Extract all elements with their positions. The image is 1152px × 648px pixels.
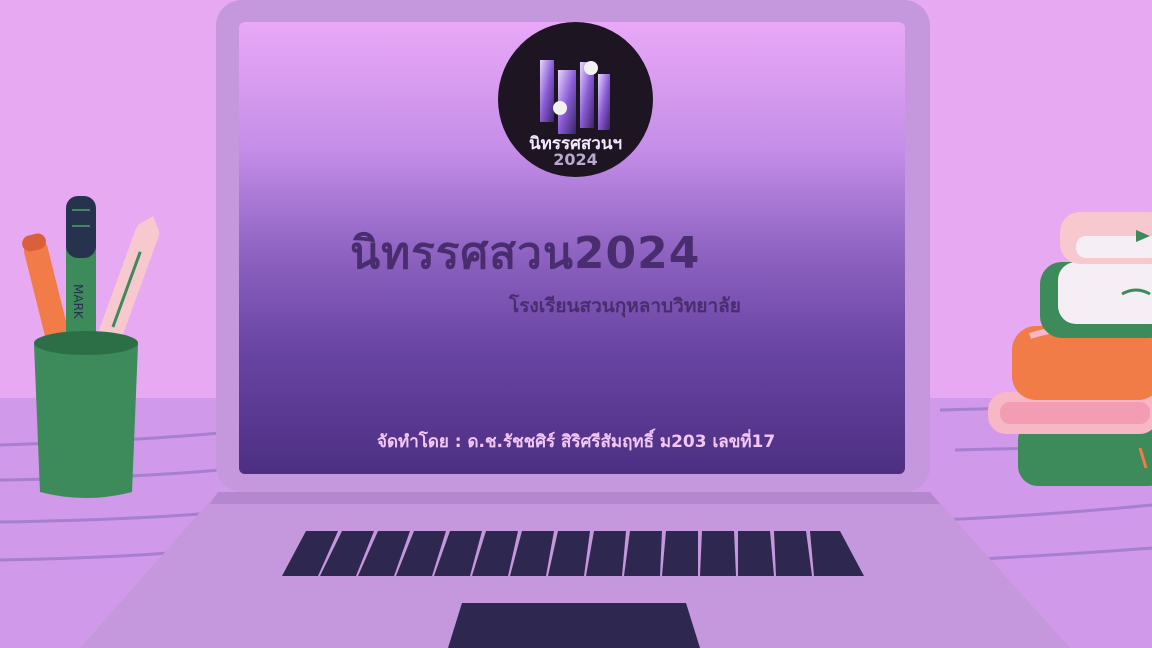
presentation-slide: นิทรรศสวนฯ 2024 นิทรรศสวน2024 โรงเรียนสว…: [0, 0, 1152, 648]
book-stack-icon: [988, 212, 1152, 486]
